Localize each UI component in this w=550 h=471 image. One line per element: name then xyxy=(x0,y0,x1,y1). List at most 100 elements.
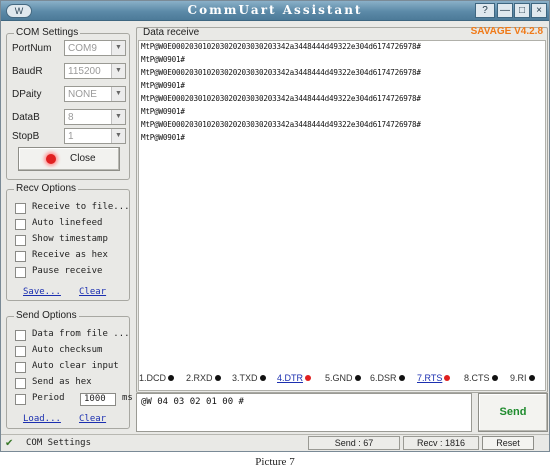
period-label: Period xyxy=(32,393,65,403)
signal-label: 4.DTR xyxy=(277,373,304,383)
checkbox-label: Auto clear input xyxy=(32,361,119,371)
checkbox-box[interactable] xyxy=(15,362,26,373)
period-unit: ms xyxy=(122,393,133,403)
parity-select[interactable]: NONE ▼ xyxy=(64,86,126,102)
checkbox-label: Send as hex xyxy=(32,377,92,387)
send-button-label: Send xyxy=(499,406,527,418)
send-button[interactable]: Send xyxy=(478,393,548,432)
checkbox-box[interactable] xyxy=(15,394,26,405)
stopbits-select[interactable]: 1 ▼ xyxy=(64,128,126,144)
signal-led-icon xyxy=(491,375,498,381)
signal-rts[interactable]: 7.RTS xyxy=(417,373,451,383)
checkbox-box[interactable] xyxy=(15,251,26,262)
portnum-select[interactable]: COM9 ▼ xyxy=(64,40,126,56)
checkbox-box[interactable] xyxy=(15,378,26,389)
minimize-button[interactable]: — xyxy=(497,3,513,18)
send-options-group: Send Options Data from file ... Auto che… xyxy=(6,310,133,429)
checkbox-box[interactable] xyxy=(15,235,26,246)
window-title: CommUart Assistant xyxy=(187,3,363,17)
signal-label: 1.DCD xyxy=(139,373,167,383)
signal-gnd: 5.GND xyxy=(325,373,361,383)
data-receive-title: Data receive xyxy=(143,27,200,38)
send-input-text: @W 04 03 02 01 00 # xyxy=(141,397,244,407)
send-input[interactable]: @W 04 03 02 01 00 # xyxy=(136,393,472,432)
checkbox-box[interactable] xyxy=(15,346,26,357)
signal-label: 5.GND xyxy=(325,373,353,383)
chevron-down-icon[interactable]: ▼ xyxy=(111,110,125,124)
signal-dsr: 6.DSR xyxy=(370,373,405,383)
signal-label: 9.RI xyxy=(510,373,527,383)
signal-cts: 8.CTS xyxy=(464,373,498,383)
signal-led-icon xyxy=(168,375,175,381)
status-text: COM Settings xyxy=(26,438,92,448)
send-count: Send : 67 xyxy=(308,436,400,450)
stopbits-value: 1 xyxy=(68,131,74,142)
signal-label: 3.TXD xyxy=(232,373,258,383)
signal-label: 8.CTS xyxy=(464,373,490,383)
baudrate-label: BaudR xyxy=(12,66,43,77)
databits-value: 8 xyxy=(68,112,74,123)
checkbox-label: Data from file ... xyxy=(32,329,130,339)
databits-select[interactable]: 8 ▼ xyxy=(64,109,126,125)
close-port-label: Close xyxy=(70,153,96,164)
checkbox-label: Show timestamp xyxy=(32,234,108,244)
clear-receive-link[interactable]: Clear xyxy=(79,287,106,297)
help-icon[interactable]: ? xyxy=(475,3,495,18)
signal-led-icon xyxy=(528,375,535,381)
signal-led-icon xyxy=(398,375,405,381)
chevron-down-icon[interactable]: ▼ xyxy=(111,41,125,55)
receive-line: MtP@W0E000203010203020203030203342a34484… xyxy=(141,94,421,103)
signal-label: 7.RTS xyxy=(417,373,443,383)
signal-dtr[interactable]: 4.DTR xyxy=(277,373,312,383)
title-bar[interactable]: W CommUart Assistant ? — □ × xyxy=(1,1,549,21)
load-link[interactable]: Load... xyxy=(23,414,61,424)
close-port-button[interactable]: Close xyxy=(18,147,120,171)
checkbox-label: Pause receive xyxy=(32,266,103,276)
maximize-button[interactable]: □ xyxy=(514,3,530,18)
checkbox-label: Receive to file... xyxy=(32,202,130,212)
receive-line: MtP@W0901# xyxy=(141,81,185,90)
receive-line: MtP@W0901# xyxy=(141,107,185,116)
reset-button[interactable]: Reset xyxy=(482,436,534,450)
figure-caption: Picture 7 xyxy=(255,456,295,468)
checkbox-box[interactable] xyxy=(15,267,26,278)
port-status-indicator-icon xyxy=(46,154,56,164)
chevron-down-icon[interactable]: ▼ xyxy=(111,87,125,101)
receive-text-area[interactable]: MtP@W0E000203010203020203030203342a34484… xyxy=(138,40,546,391)
close-window-button[interactable]: × xyxy=(531,3,547,18)
receive-line: MtP@W0E000203010203020203030203342a34484… xyxy=(141,120,421,129)
checkbox-box[interactable] xyxy=(15,330,26,341)
portnum-label: PortNum xyxy=(12,43,52,54)
signal-dcd: 1.DCD xyxy=(139,373,175,383)
signal-txd: 3.TXD xyxy=(232,373,266,383)
chevron-down-icon[interactable]: ▼ xyxy=(111,64,125,78)
signal-rxd: 2.RXD xyxy=(186,373,221,383)
signal-led-icon xyxy=(444,375,451,381)
send-options-title: Send Options xyxy=(14,310,79,321)
checkbox-box[interactable] xyxy=(15,203,26,214)
baudrate-select[interactable]: 115200 ▼ xyxy=(64,63,126,79)
period-input[interactable]: 1000 xyxy=(80,393,116,406)
recv-count: Recv : 1816 xyxy=(403,436,479,450)
chevron-down-icon[interactable]: ▼ xyxy=(111,129,125,143)
period-checkbox[interactable]: Period 1000 ms xyxy=(15,393,133,406)
com-settings-title: COM Settings xyxy=(14,27,81,38)
clear-send-link[interactable]: Clear xyxy=(79,414,106,424)
signal-led-icon xyxy=(354,375,361,381)
version-label: SAVAGE V4.2.8 xyxy=(470,26,543,37)
signal-label: 6.DSR xyxy=(370,373,397,383)
databits-label: DataB xyxy=(12,112,40,123)
receive-line: MtP@W0E000203010203020203030203342a34484… xyxy=(141,42,421,51)
data-receive-group: Data receive SAVAGE V4.2.8 MtP@W0E000203… xyxy=(136,26,548,393)
checkbox-box[interactable] xyxy=(15,219,26,230)
save-link[interactable]: Save... xyxy=(23,287,61,297)
checkbox-label: Auto checksum xyxy=(32,345,103,355)
recv-options-title: Recv Options xyxy=(14,183,79,194)
signal-label: 2.RXD xyxy=(186,373,213,383)
receive-line: MtP@W0901# xyxy=(141,133,185,142)
signal-led-icon xyxy=(305,375,312,381)
portnum-value: COM9 xyxy=(68,43,97,54)
app-window: W CommUart Assistant ? — □ × COM Setting… xyxy=(0,0,550,452)
signal-status-bar: 1.DCD 2.RXD 3.TXD 4.DTR 5.GND 6.DSR 7.RT… xyxy=(136,373,548,386)
signal-led-icon xyxy=(214,375,221,381)
